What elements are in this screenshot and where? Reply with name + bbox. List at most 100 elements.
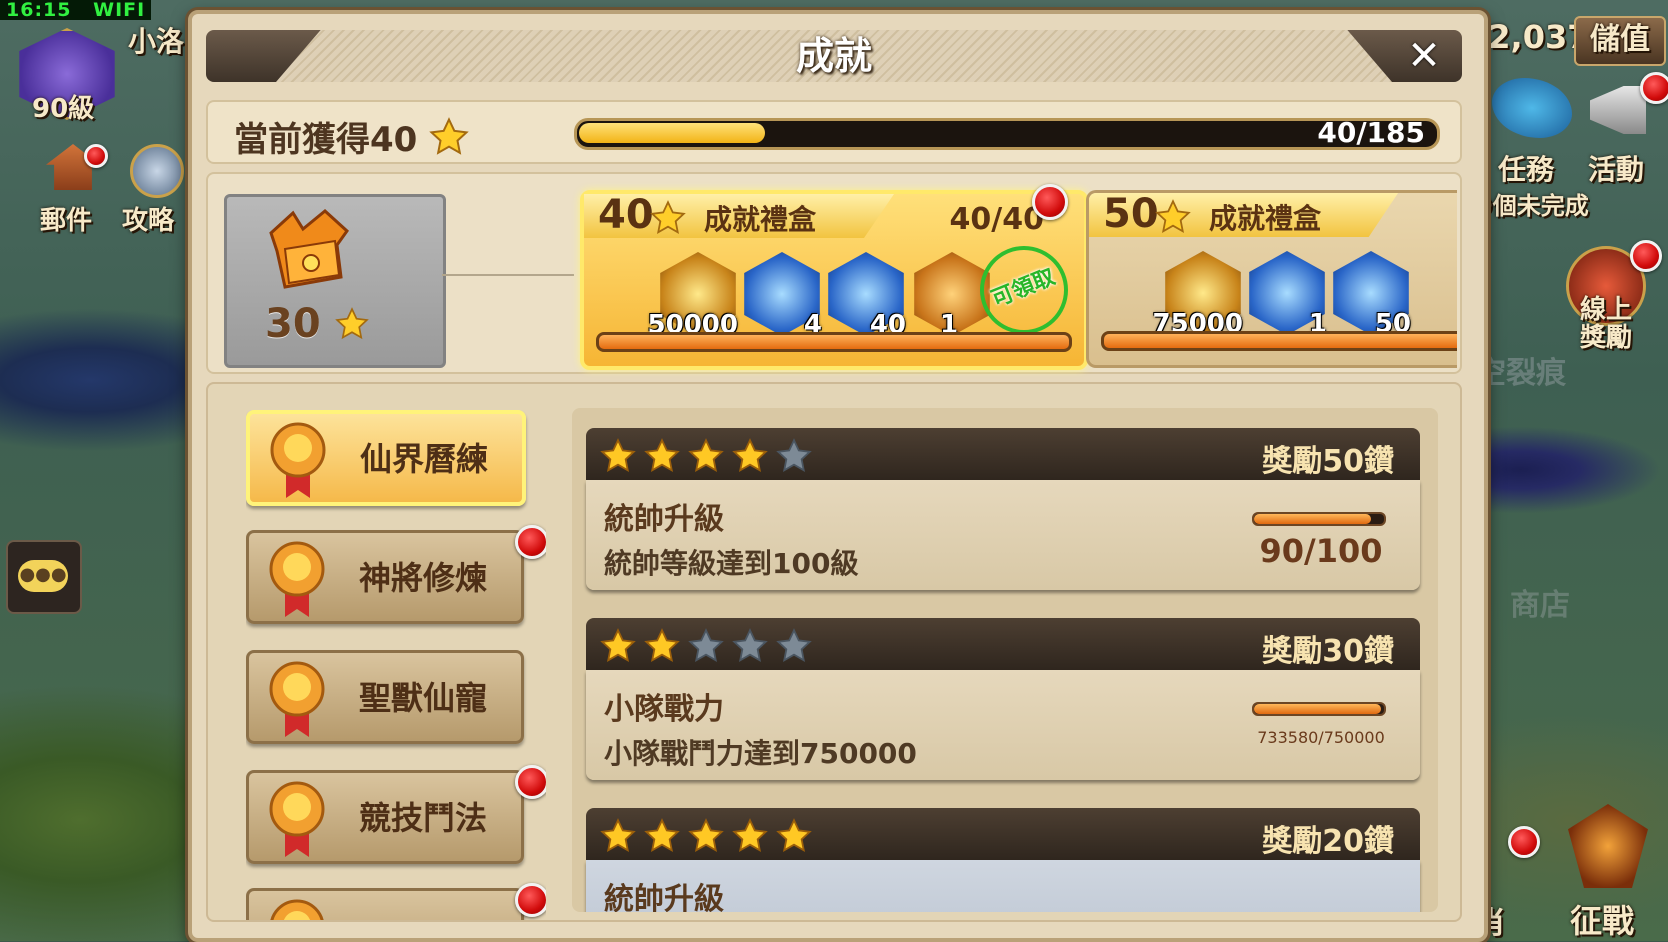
mail-label: 郵件	[40, 206, 93, 236]
gift-box-stars: 50	[1103, 191, 1159, 237]
empty-star-icon	[776, 438, 812, 472]
achievement-progress-fill	[1254, 514, 1371, 524]
panel-title: 成就	[795, 34, 872, 78]
status-network: WIFI	[93, 0, 146, 21]
achievement-body: 統帥升級 統帥等級達到100級 90/100	[586, 480, 1420, 590]
player-level: 90級	[32, 94, 95, 124]
category-partial[interactable]	[246, 883, 546, 920]
close-button[interactable]: ✕	[1400, 32, 1448, 80]
achievement-progress-bar	[1252, 512, 1386, 526]
category-badge	[515, 525, 546, 559]
reward-item-crystal[interactable]: 40	[824, 252, 908, 340]
gift-box-stars: 40	[598, 192, 654, 238]
achievement-header: 獎勵50鑽	[586, 428, 1420, 480]
current-stars-text: 當前獲得40	[234, 120, 418, 160]
medal-icon	[269, 541, 325, 617]
category-arena[interactable]: 競技鬥法	[246, 765, 546, 864]
filled-star-icon	[644, 628, 680, 662]
filled-star-icon	[600, 628, 636, 662]
battle-label: 征戰	[1570, 902, 1635, 940]
achievement-body: 統帥升級	[586, 860, 1420, 912]
achievement-reward: 獎勵30鑽	[1262, 634, 1394, 669]
filled-star-icon	[644, 818, 680, 852]
filled-star-icon	[600, 438, 636, 472]
gift-box-track: 30 40 成就禮盒 40/40 50000 4 40 1 可領取 50 成就禮…	[206, 172, 1462, 374]
event-badge	[1640, 72, 1668, 104]
portrait-badge	[1508, 826, 1540, 858]
gift-box-40[interactable]: 40 成就禮盒 40/40 50000 4 40 1 可領取	[580, 184, 1088, 370]
recharge-button[interactable]: 儲值	[1574, 16, 1666, 66]
gift-box-50[interactable]: 50 成就禮盒 75000 1 50	[1086, 190, 1457, 368]
chat-button[interactable]: ●●●	[6, 540, 82, 614]
empty-star-icon	[732, 628, 768, 662]
reward-item-crystal[interactable]: 50	[1329, 251, 1413, 339]
guide-label: 攻略	[122, 206, 175, 236]
filled-star-icon	[644, 438, 680, 472]
medal-icon	[270, 899, 324, 920]
empty-star-icon	[688, 628, 724, 662]
claimed-gift-box[interactable]: 30	[224, 194, 446, 368]
claimed-box-stars-value: 30	[265, 301, 321, 347]
claimed-box-stars: 30	[265, 301, 369, 347]
category-badge	[515, 765, 546, 799]
achievement-name: 統帥升級	[604, 502, 724, 537]
status-time: 16:15	[6, 0, 72, 21]
achievement-name: 統帥升級	[604, 882, 724, 912]
achievement-item: 獎勵30鑽 小隊戰力 小隊戰鬥力達到750000 733580/750000	[586, 618, 1420, 788]
gift-box-name: 成就禮盒	[1209, 202, 1322, 235]
category-list: 仙界曆練 神將修煉 聖獸仙寵 競技鬥法	[246, 410, 546, 920]
category-general-training[interactable]: 神將修煉	[246, 525, 546, 624]
achievement-progress-fill	[1254, 704, 1382, 714]
reward-item-gold-coin[interactable]: 50000	[648, 252, 740, 340]
category-badge	[515, 883, 546, 917]
mail-badge	[84, 144, 108, 168]
category-label: 神將修煉	[359, 559, 488, 597]
guide-button[interactable]: 攻略	[120, 140, 190, 236]
filled-star-icon	[688, 818, 724, 852]
achievement-progress-text: 90/100	[1259, 532, 1383, 570]
mail-button[interactable]: 郵件	[38, 140, 108, 236]
achievement-progress-text: 733580/750000	[1257, 728, 1385, 747]
star-icon	[334, 307, 369, 340]
star-icon	[429, 117, 469, 155]
shark-task-icon	[1492, 78, 1572, 138]
compass-icon	[130, 144, 184, 198]
category-holy-beast[interactable]: 聖獸仙寵	[246, 650, 524, 744]
achievement-reward: 獎勵50鑽	[1262, 444, 1394, 479]
event-button[interactable]: 活動	[1578, 72, 1668, 186]
filled-star-icon	[732, 438, 768, 472]
online-reward-badge	[1630, 240, 1662, 272]
background-text-rift: 空裂痕	[1476, 356, 1566, 391]
chat-bubble-icon: ●●●	[18, 560, 68, 592]
achievement-body: 小隊戰力 小隊戰鬥力達到750000 733580/750000	[586, 670, 1420, 780]
medal-icon	[270, 422, 326, 498]
star-progress-bar: 40/185	[574, 116, 1440, 150]
reward-item-gold-coin[interactable]: 75000	[1153, 251, 1245, 339]
player-avatar[interactable]: 90級	[10, 24, 118, 124]
achievement-list[interactable]: 獎勵50鑽 統帥升級 統帥等級達到100級 90/100 獎勵30鑽 小隊戰力 …	[572, 408, 1438, 912]
battle-button[interactable]: 征戰	[1550, 800, 1666, 941]
achievement-header: 獎勵30鑽	[586, 618, 1420, 670]
achievement-progress-bar	[1252, 702, 1386, 716]
task-button[interactable]: 任務	[1484, 72, 1580, 186]
battle-icon	[1568, 804, 1648, 888]
current-stars-label: 當前獲得40	[234, 112, 469, 161]
reward-item-treasure-chest[interactable]: 1	[1245, 251, 1329, 339]
recharge-label: 儲值	[1590, 22, 1650, 57]
online-reward-label: 線上獎勵	[1579, 295, 1632, 353]
achievement-name: 小隊戰力	[604, 692, 724, 727]
filled-star-icon	[732, 818, 768, 852]
category-immortal-training[interactable]: 仙界曆練	[246, 410, 526, 506]
achievement-header: 獎勵20鑽	[586, 808, 1420, 860]
online-reward-button[interactable]: 線上獎勵	[1556, 240, 1666, 360]
medal-icon	[269, 661, 325, 737]
title-bar: 成就 ✕	[206, 30, 1462, 82]
achievement-item: 獎勵20鑽 統帥升級	[586, 808, 1420, 912]
medal-icon	[269, 781, 325, 857]
status-bar: 16:15 WIFI	[0, 0, 152, 21]
megaphone-icon	[1590, 86, 1646, 134]
reward-item-gem-shard[interactable]: 4	[740, 252, 824, 340]
gift-box-name: 成就禮盒	[704, 203, 817, 236]
track-connector	[442, 274, 574, 276]
star-progress-fill	[579, 123, 765, 143]
